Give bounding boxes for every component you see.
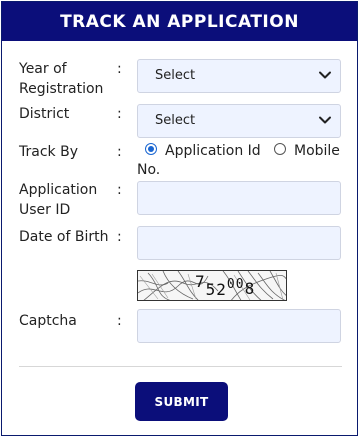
captcha-text: 752008: [195, 272, 255, 299]
district-select[interactable]: Select: [137, 104, 341, 138]
colon-app-user-id: :: [117, 182, 122, 198]
track-application-panel: TRACK AN APPLICATION Year of Registratio…: [1, 1, 358, 436]
dob-input[interactable]: [137, 226, 341, 260]
colon-dob: :: [117, 229, 122, 245]
submit-button[interactable]: SUBMIT: [135, 382, 228, 421]
colon-captcha: :: [117, 313, 122, 329]
application-user-id-label-line1: Application: [19, 182, 98, 198]
year-select-value: Select: [155, 68, 196, 83]
captcha-char: 5: [205, 280, 217, 299]
colon-year: :: [117, 61, 122, 77]
divider: [19, 366, 342, 367]
radio-application-id[interactable]: [145, 143, 157, 155]
captcha-char: 0: [235, 277, 245, 292]
colon-track-by: :: [117, 144, 122, 160]
captcha-char: 2: [216, 280, 227, 299]
captcha-char: 0: [226, 277, 236, 292]
colon-district: :: [117, 106, 122, 122]
radio-application-id-label[interactable]: Application Id: [165, 141, 261, 161]
chevron-down-icon: [319, 116, 331, 124]
captcha-input[interactable]: [137, 309, 341, 343]
application-user-id-label: Application User ID: [19, 180, 97, 220]
year-label-line2: Registration: [19, 81, 104, 97]
year-label: Year of Registration: [19, 59, 103, 99]
page-title: TRACK AN APPLICATION: [2, 2, 357, 41]
application-user-id-input[interactable]: [137, 181, 341, 215]
year-label-line1: Year of: [19, 61, 67, 77]
captcha-char: 8: [244, 279, 256, 298]
year-select[interactable]: Select: [137, 59, 341, 93]
radio-mobile-no-label[interactable]: Mobile: [294, 141, 340, 161]
district-select-value: Select: [155, 113, 196, 128]
captcha-image: 752008: [137, 270, 287, 301]
track-by-label: Track By: [19, 144, 78, 160]
radio-mobile-no[interactable]: [274, 143, 286, 155]
chevron-down-icon: [319, 71, 331, 79]
captcha-char: 7: [195, 272, 206, 291]
district-label: District: [19, 106, 70, 122]
application-user-id-label-line2: User ID: [19, 202, 71, 218]
captcha-label: Captcha: [19, 313, 77, 329]
radio-mobile-no-label-cont[interactable]: No.: [137, 160, 160, 180]
dob-label: Date of Birth: [19, 229, 109, 245]
